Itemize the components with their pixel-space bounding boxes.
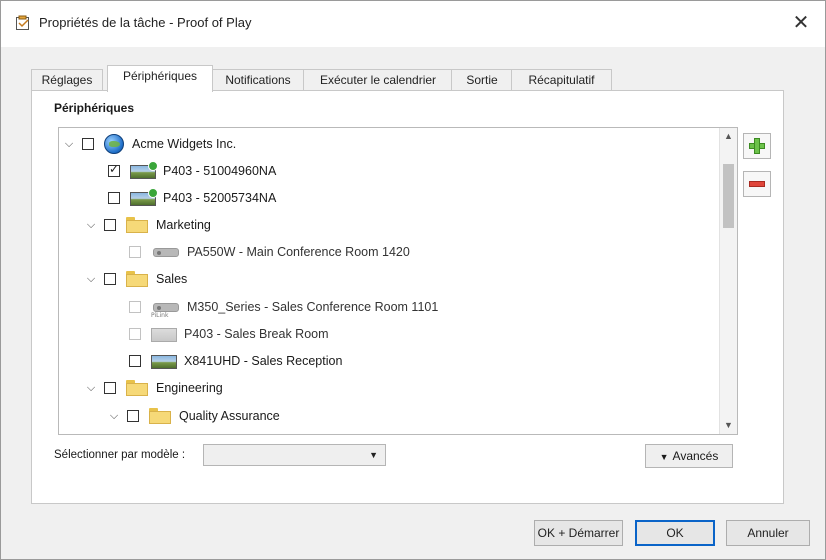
tree-checkbox-checked[interactable] [108,162,120,177]
display-icon [151,326,177,342]
task-icon [16,15,29,30]
projector-icon [151,244,181,260]
cancel-button[interactable]: Annuler [726,520,810,546]
icon-caption: PiLink [151,312,169,319]
folder-icon [126,271,148,287]
minus-icon [749,181,765,187]
tab-executer-calendrier[interactable]: Exécuter le calendrier [303,69,453,91]
advanced-button-label: Avancés [672,449,719,463]
chevron-down-icon[interactable]: ⌵ [108,410,120,423]
tree-row-engineering[interactable]: ⌵ Engineering [85,376,223,400]
tree-checkbox[interactable] [104,382,116,394]
tree-checkbox-disabled[interactable] [129,246,141,258]
tree-row-acme[interactable]: ⌵ Acme Widgets Inc. [63,132,236,156]
scroll-down-arrow-icon[interactable]: ▼ [720,417,737,434]
folder-icon [149,408,171,424]
tree-label: Engineering [156,381,223,395]
ok-button[interactable]: OK [635,520,715,546]
ok-start-button[interactable]: OK + Démarrer [534,520,623,546]
display-icon [130,188,158,206]
section-title: Périphériques [54,101,135,115]
tab-recapitulatif[interactable]: Récapitulatif [511,69,612,91]
tree-checkbox[interactable] [104,219,116,231]
tree-checkbox[interactable] [104,273,116,285]
tree-label: P403 - Sales Break Room [184,327,329,341]
tree-label: M350_Series - Sales Conference Room 1101 [187,300,439,314]
tree-label: Marketing [156,218,211,232]
tree-row-device[interactable]: X841UHD - Sales Reception [129,349,342,373]
task-properties-dialog: Propriétés de la tâche - Proof of Play ✕… [0,0,826,560]
tree-row-sales[interactable]: ⌵ Sales [85,267,187,291]
tree-checkbox[interactable] [108,192,120,204]
tree-checkbox[interactable] [82,138,94,150]
scroll-up-arrow-icon[interactable]: ▲ [720,128,737,145]
remove-device-button[interactable] [743,171,771,197]
dropdown-arrow-icon: ▼ [369,450,378,460]
tree-row-quality-assurance[interactable]: ⌵ Quality Assurance [108,404,280,428]
tab-reglages[interactable]: Réglages [31,69,103,91]
folder-icon [126,217,148,233]
tree-row-device[interactable]: P403 - 52005734NA [108,186,276,210]
display-icon [130,161,158,179]
advanced-button[interactable]: ▼ Avancés [645,444,733,468]
close-button[interactable]: ✕ [787,9,815,37]
plus-icon [749,138,765,154]
display-icon [151,353,177,369]
tree-checkbox-disabled[interactable] [129,301,141,313]
tab-notifications[interactable]: Notifications [211,69,305,91]
tree-checkbox-disabled[interactable] [129,328,141,340]
tree-checkbox[interactable] [129,355,141,367]
tree-label: P403 - 51004960NA [163,164,277,178]
model-filter-label: Sélectionner par modèle : [54,449,186,461]
tree-label: Sales [156,272,188,286]
chevron-down-icon[interactable]: ⌵ [85,382,97,395]
chevron-down-icon[interactable]: ⌵ [63,138,75,151]
tree-checkbox[interactable] [127,410,139,422]
chevron-down-icon[interactable]: ⌵ [85,273,97,286]
tree-row-device[interactable]: PA550W - Main Conference Room 1420 [129,240,410,264]
tab-peripheriques[interactable]: Périphériques [107,65,213,92]
tree-label: PA550W - Main Conference Room 1420 [187,245,410,259]
tree-label: X841UHD - Sales Reception [184,354,343,368]
tab-sortie[interactable]: Sortie [451,69,513,91]
chevron-down-icon[interactable]: ⌵ [85,219,97,232]
tree-row-device[interactable]: PiLink M350_Series - Sales Conference Ro… [129,295,438,319]
tree-scrollbar[interactable]: ▲ ▼ [719,128,737,434]
tree-row-marketing[interactable]: ⌵ Marketing [85,213,211,237]
tree-label: Quality Assurance [179,409,280,423]
window-title: Propriétés de la tâche - Proof of Play [39,15,252,30]
folder-icon [126,380,148,396]
devices-panel: Périphériques ⌵ Acme Widgets Inc. P403 -… [31,90,784,504]
add-device-button[interactable] [743,133,771,159]
projector-icon: PiLink [151,299,181,319]
globe-icon [104,134,124,154]
model-filter-select[interactable]: ▼ [203,444,386,466]
title-bar: Propriétés de la tâche - Proof of Play ✕ [1,1,825,47]
tree-label: P403 - 52005734NA [163,191,277,205]
triangle-down-icon: ▼ [659,452,669,462]
tree-row-device[interactable]: P403 - 51004960NA [108,159,276,183]
tree-row-device[interactable]: P403 - Sales Break Room [129,322,329,346]
tree-label: Acme Widgets Inc. [132,137,237,151]
scroll-thumb[interactable] [723,164,734,228]
device-tree[interactable]: ⌵ Acme Widgets Inc. P403 - 51004960NA P4… [58,127,738,435]
